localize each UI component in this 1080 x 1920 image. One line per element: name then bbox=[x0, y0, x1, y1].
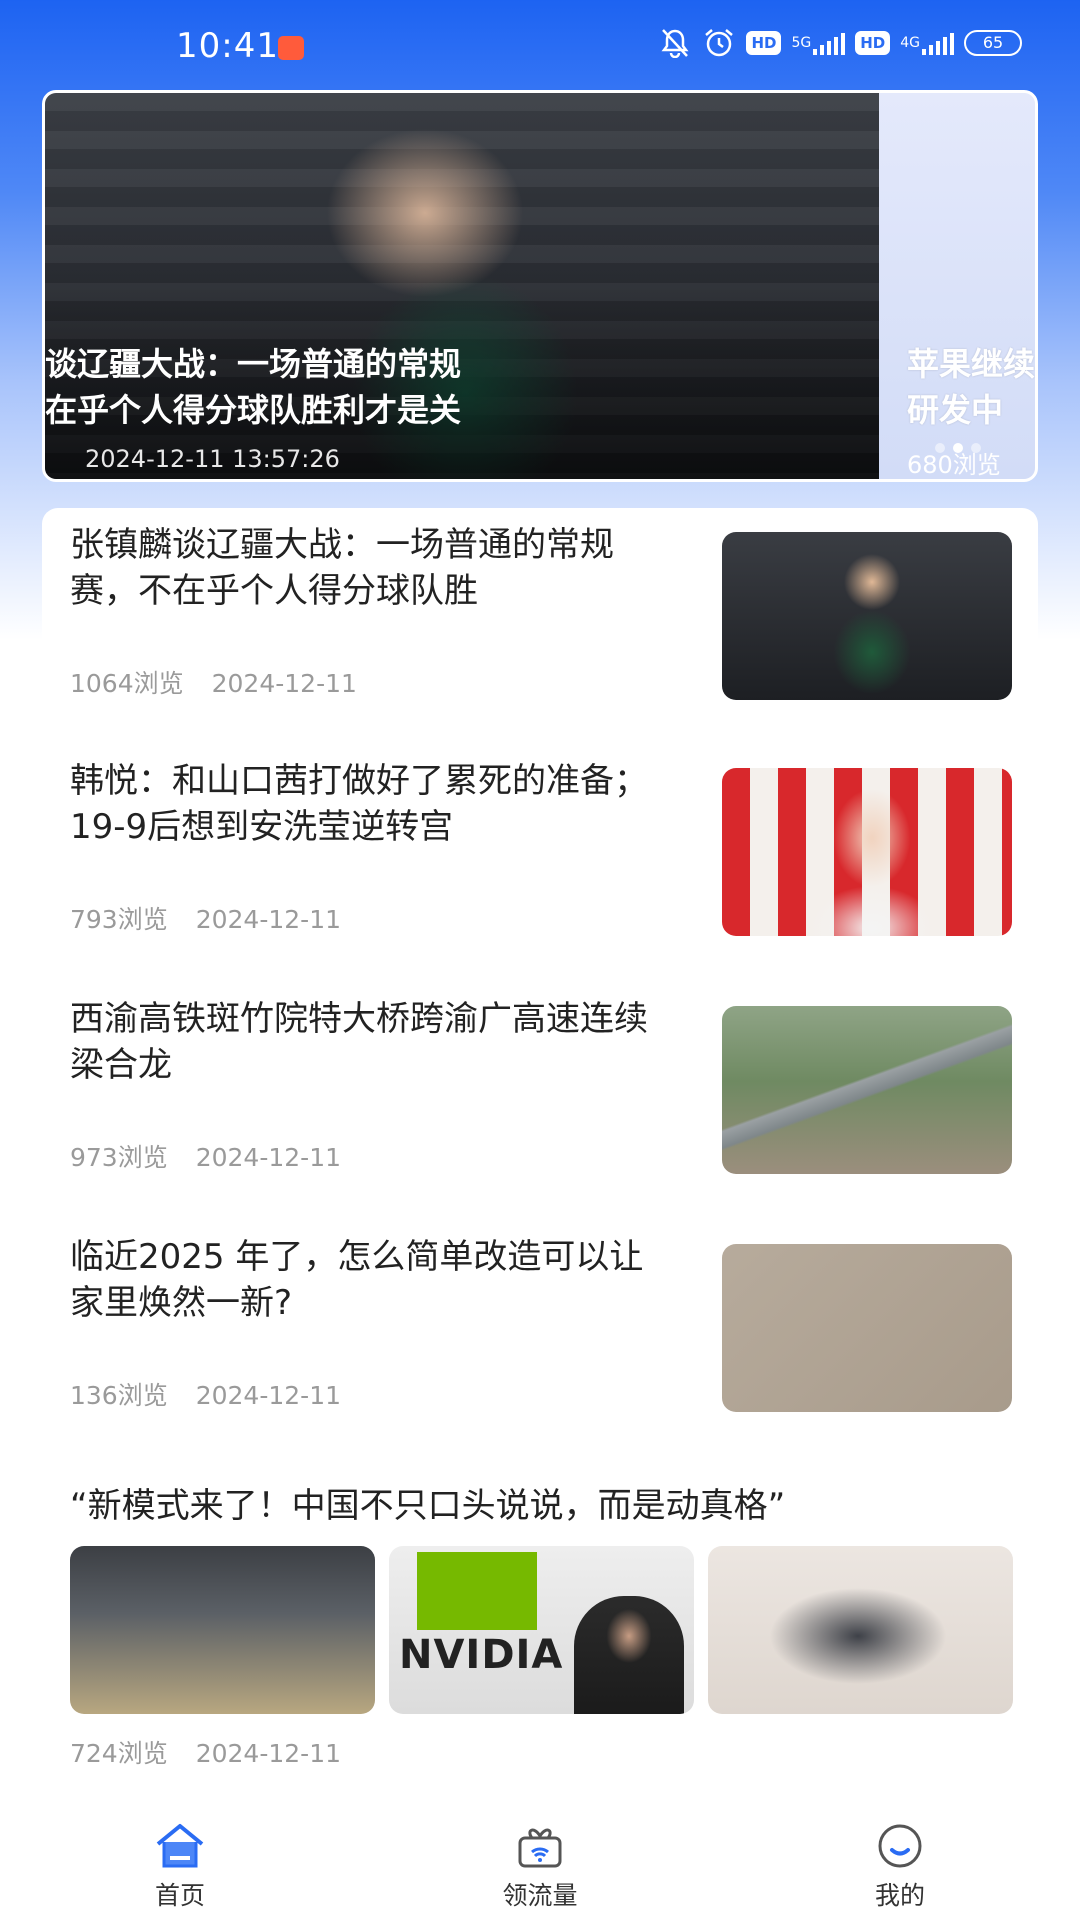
calendar-notification-icon bbox=[278, 36, 304, 60]
news-item[interactable]: 西渝高铁斑竹院特大桥跨渝广高速连续梁合龙 973浏览 2024-12-11 bbox=[42, 982, 1038, 1192]
news-views: 724浏览 bbox=[70, 1739, 168, 1768]
carousel-dot bbox=[971, 443, 981, 453]
news-title: 张镇麟谈辽疆大战：一场普通的常规赛，不在乎个人得分球队胜 bbox=[70, 525, 614, 611]
carousel-next-line-2: 研发中 bbox=[907, 391, 1004, 429]
news-thumbnail[interactable] bbox=[70, 1546, 375, 1714]
status-bar: 10:41 HD 5G HD 4G 65 bbox=[0, 0, 1080, 96]
signal-4g-icon: 4G bbox=[900, 31, 954, 55]
carousel-title-line-1: 谈辽疆大战：一场普通的常规 bbox=[45, 345, 462, 383]
news-title: 西渝高铁斑竹院特大桥跨渝广高速连续梁合龙 bbox=[70, 999, 648, 1085]
news-item[interactable]: 临近2025 年了，怎么简单改造可以让家里焕然一新? 136浏览 2024-12-… bbox=[42, 1220, 1038, 1430]
news-thumbnail[interactable] bbox=[722, 532, 1012, 700]
multi-image-row[interactable]: NVIDIA bbox=[70, 1546, 1013, 1714]
home-icon bbox=[156, 1824, 204, 1868]
nav-mine-label: 我的 bbox=[874, 1881, 925, 1910]
news-date: 2024-12-11 bbox=[211, 669, 357, 698]
nav-traffic[interactable]: 领流量 bbox=[470, 1822, 610, 1912]
status-time: 10:41 bbox=[176, 26, 279, 66]
news-views: 793浏览 bbox=[70, 905, 168, 934]
news-meta: 973浏览 2024-12-11 bbox=[70, 1138, 341, 1174]
carousel-dot bbox=[935, 443, 945, 453]
profile-icon bbox=[878, 1824, 922, 1868]
news-meta: 1064浏览 2024-12-11 bbox=[70, 664, 357, 700]
nvidia-wordmark: NVIDIA bbox=[399, 1632, 564, 1678]
news-title: 韩悦：和山口茜打做好了累死的准备；19-9后想到安洗莹逆转宫 bbox=[70, 761, 648, 847]
carousel-indicator bbox=[935, 443, 981, 453]
news-date: 2024-12-11 bbox=[195, 1381, 342, 1410]
battery-icon: 65 bbox=[964, 30, 1022, 56]
nav-home-label: 首页 bbox=[154, 1881, 205, 1910]
news-date: 2024-12-11 bbox=[195, 1143, 342, 1172]
news-feed[interactable]: 张镇麟谈辽疆大战：一场普通的常规赛，不在乎个人得分球队胜 1064浏览 2024-… bbox=[42, 508, 1038, 1798]
banner-carousel[interactable]: 谈辽疆大战：一场普通的常规 在乎个人得分球队胜利才是关 2024-12-11 1… bbox=[42, 90, 1038, 482]
carousel-slide-title: 谈辽疆大战：一场普通的常规 在乎个人得分球队胜利才是关 bbox=[45, 341, 605, 433]
news-item[interactable]: 张镇麟谈辽疆大战：一场普通的常规赛，不在乎个人得分球队胜 1064浏览 2024-… bbox=[42, 508, 1038, 718]
news-item[interactable]: 韩悦：和山口茜打做好了累死的准备；19-9后想到安洗莹逆转宫 793浏览 2024… bbox=[42, 744, 1038, 954]
multi-image-news-title[interactable]: “新模式来了！中国不只口头说说，而是动真格” bbox=[70, 1478, 785, 1527]
gift-wifi-icon bbox=[518, 1828, 562, 1868]
news-views: 973浏览 bbox=[70, 1143, 168, 1172]
bottom-nav: 首页 领流量 我的 bbox=[0, 1800, 1080, 1920]
carousel-slide-date: 2024-12-11 13:57:26 bbox=[85, 445, 340, 473]
mute-bell-icon bbox=[658, 28, 692, 58]
carousel-dot-active bbox=[953, 443, 963, 453]
carousel-next-line-1: 苹果继续 bbox=[907, 345, 1036, 383]
news-thumbnail[interactable] bbox=[722, 1006, 1012, 1174]
news-meta: 724浏览 2024-12-11 bbox=[70, 1734, 341, 1770]
hd-voice-icon-2: HD bbox=[855, 31, 891, 55]
alarm-icon bbox=[702, 28, 736, 58]
carousel-next-title: 苹果继续 研发中 bbox=[907, 341, 1035, 433]
nav-traffic-label: 领流量 bbox=[502, 1881, 578, 1910]
news-thumbnail[interactable] bbox=[708, 1546, 1013, 1714]
news-title: 临近2025 年了，怎么简单改造可以让家里焕然一新? bbox=[70, 1237, 644, 1323]
hd-voice-icon: HD bbox=[746, 31, 782, 55]
status-icons: HD 5G HD 4G 65 bbox=[658, 28, 1022, 58]
signal-5g-label: 5G bbox=[791, 35, 812, 51]
news-date: 2024-12-11 bbox=[195, 905, 342, 934]
news-views: 1064浏览 bbox=[70, 669, 184, 698]
person-photo bbox=[574, 1596, 684, 1714]
news-thumbnail[interactable] bbox=[722, 768, 1012, 936]
carousel-title-line-2: 在乎个人得分球队胜利才是关 bbox=[45, 391, 462, 429]
news-date: 2024-12-11 bbox=[195, 1739, 342, 1768]
signal-5g-icon: 5G bbox=[791, 31, 846, 55]
news-meta: 136浏览 2024-12-11 bbox=[70, 1376, 341, 1412]
nav-home[interactable]: 首页 bbox=[110, 1822, 250, 1912]
nav-mine[interactable]: 我的 bbox=[830, 1822, 970, 1912]
nvidia-logo bbox=[417, 1552, 537, 1630]
carousel-slide-main[interactable]: 谈辽疆大战：一场普通的常规 在乎个人得分球队胜利才是关 2024-12-11 1… bbox=[45, 93, 879, 479]
carousel-slide-next[interactable]: 苹果继续 研发中 680浏览 bbox=[879, 93, 1035, 479]
news-meta: 793浏览 2024-12-11 bbox=[70, 900, 341, 936]
signal-4g-label: 4G bbox=[900, 35, 920, 51]
news-thumbnail[interactable] bbox=[722, 1244, 1012, 1412]
news-views: 136浏览 bbox=[70, 1381, 168, 1410]
news-thumbnail[interactable]: NVIDIA bbox=[389, 1546, 694, 1714]
